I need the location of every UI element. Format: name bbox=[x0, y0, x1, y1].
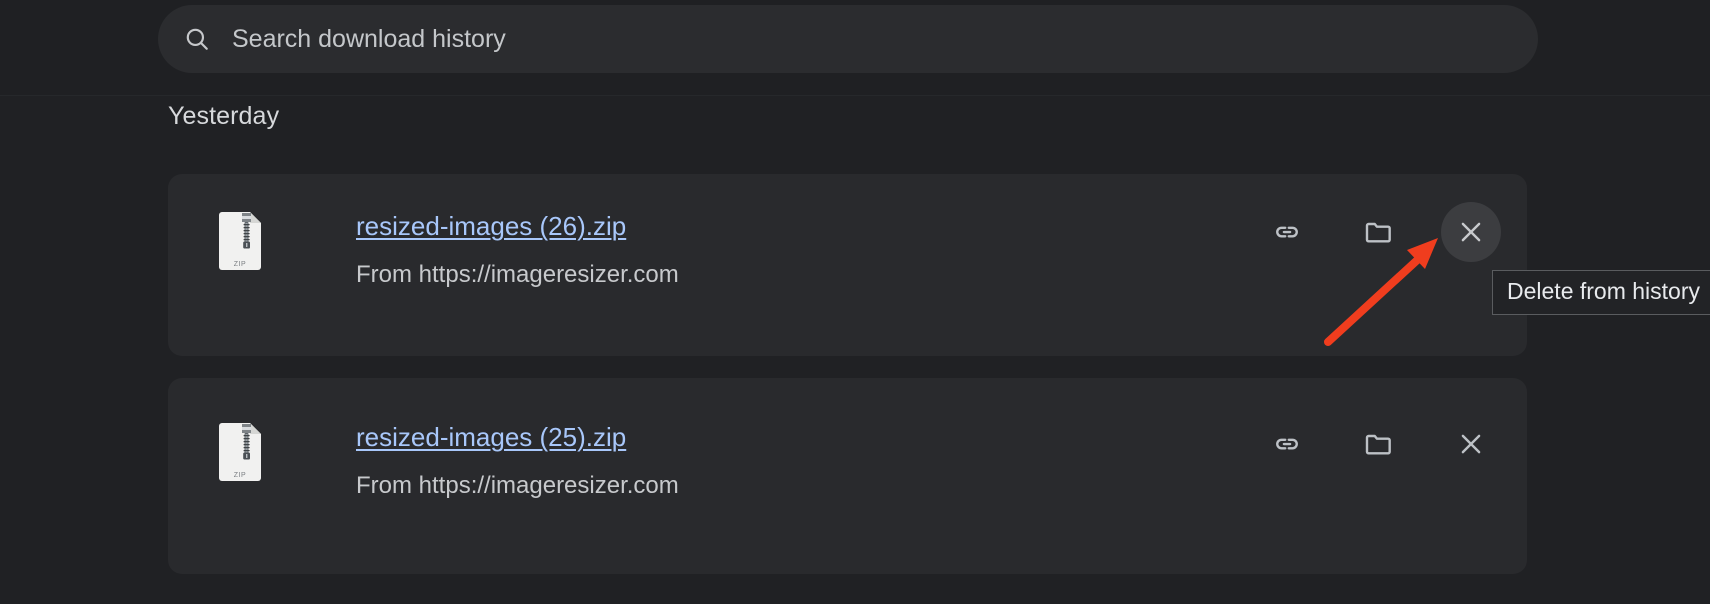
delete-from-history-button[interactable] bbox=[1441, 414, 1501, 474]
download-actions bbox=[1257, 202, 1501, 262]
link-icon bbox=[1272, 217, 1302, 247]
download-source-text: From https://imageresizer.com bbox=[356, 261, 679, 288]
link-icon bbox=[1272, 429, 1302, 459]
delete-from-history-button[interactable] bbox=[1441, 202, 1501, 262]
zip-file-icon: ZIP bbox=[218, 212, 262, 270]
section-header-yesterday: Yesterday bbox=[168, 102, 280, 130]
zip-file-icon: ZIP bbox=[218, 423, 262, 481]
downloads-toolbar bbox=[0, 0, 1710, 96]
download-item[interactable]: ZIP resized-images (26).zip From https:/… bbox=[168, 174, 1527, 356]
folder-icon bbox=[1363, 428, 1395, 460]
svg-text:ZIP: ZIP bbox=[234, 261, 246, 268]
folder-icon bbox=[1363, 216, 1395, 248]
downloads-page: Yesterday bbox=[0, 0, 1710, 604]
copy-link-button[interactable] bbox=[1257, 202, 1317, 262]
tooltip-delete-from-history: Delete from history bbox=[1492, 270, 1710, 315]
search-input[interactable] bbox=[232, 19, 1538, 59]
download-file-link[interactable]: resized-images (26).zip bbox=[356, 211, 626, 242]
download-source-text: From https://imageresizer.com bbox=[356, 472, 679, 499]
download-file-link[interactable]: resized-images (25).zip bbox=[356, 422, 626, 453]
download-item[interactable]: ZIP resized-images (25).zip From https:/… bbox=[168, 378, 1527, 574]
close-icon bbox=[1456, 217, 1486, 247]
search-box[interactable] bbox=[158, 5, 1538, 73]
search-icon bbox=[184, 26, 210, 52]
show-in-folder-button[interactable] bbox=[1349, 414, 1409, 474]
show-in-folder-button[interactable] bbox=[1349, 202, 1409, 262]
svg-text:ZIP: ZIP bbox=[234, 472, 246, 479]
close-icon bbox=[1456, 429, 1486, 459]
download-actions bbox=[1257, 414, 1501, 474]
downloads-list: Yesterday ZIP resized-images (26).zip Fr… bbox=[0, 96, 1710, 604]
copy-link-button[interactable] bbox=[1257, 414, 1317, 474]
